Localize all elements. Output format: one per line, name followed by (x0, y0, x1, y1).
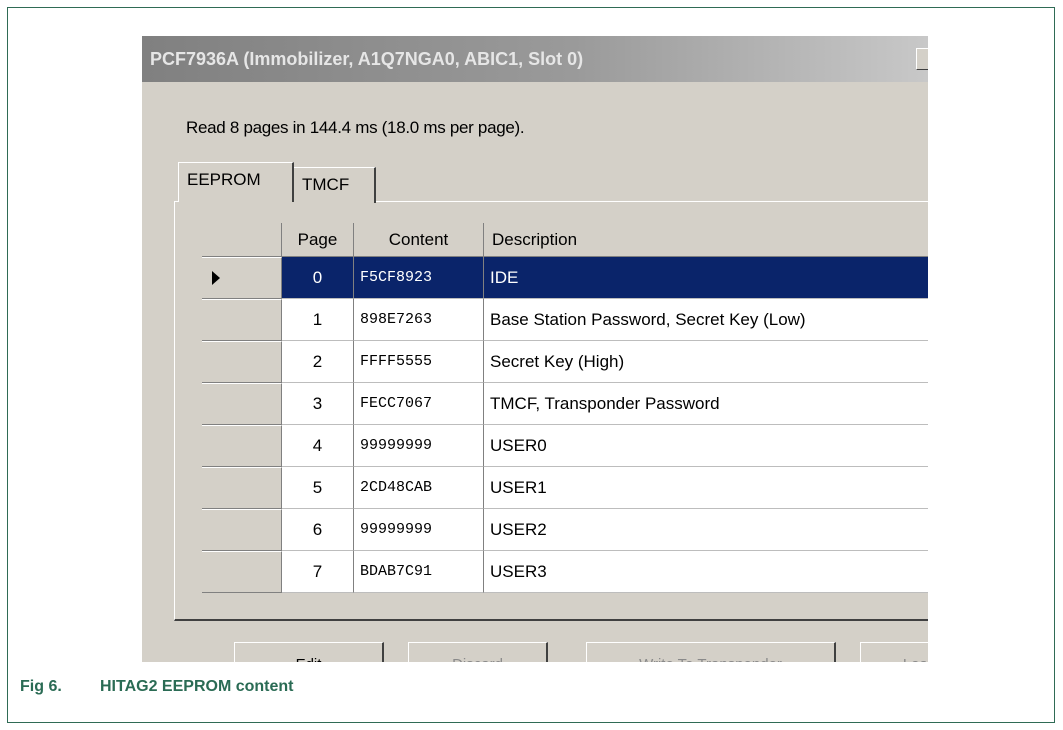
discard-button[interactable]: Discard (408, 642, 548, 662)
figure-caption: Fig 6. HITAG2 EEPROM content (20, 678, 294, 696)
tab-eeprom[interactable]: EEPROM (178, 162, 294, 202)
page-cell[interactable]: 6 (282, 509, 354, 551)
content-cell[interactable]: 99999999 (354, 509, 484, 551)
table-row[interactable]: 1 898E7263 Base Station Password, Secret… (202, 299, 928, 341)
write-to-transponder-button[interactable]: Write To Transponder (586, 642, 836, 662)
current-row-arrow-icon (212, 271, 220, 285)
column-header-page[interactable]: Page (282, 223, 354, 257)
table-row[interactable]: 4 99999999 USER0 (202, 425, 928, 467)
content-cell[interactable]: 99999999 (354, 425, 484, 467)
table-corner-header (202, 223, 282, 257)
column-header-content[interactable]: Content (354, 223, 484, 257)
tab-eeprom-label: EEPROM (187, 170, 261, 189)
description-cell[interactable]: USER0 (484, 425, 928, 467)
window-control-button[interactable] (916, 48, 928, 70)
content-cell[interactable]: FFFF5555 (354, 341, 484, 383)
row-header[interactable] (202, 257, 282, 299)
table-row[interactable]: 3 FECC7067 TMCF, Transponder Password (202, 383, 928, 425)
content-cell[interactable]: 2CD48CAB (354, 467, 484, 509)
description-cell[interactable]: Secret Key (High) (484, 341, 928, 383)
row-header[interactable] (202, 299, 282, 341)
row-header[interactable] (202, 383, 282, 425)
edit-button[interactable]: Edit (234, 642, 384, 662)
table-row[interactable]: 0 F5CF8923 IDE (202, 257, 928, 299)
row-header[interactable] (202, 509, 282, 551)
page-cell[interactable]: 5 (282, 467, 354, 509)
page-cell[interactable]: 1 (282, 299, 354, 341)
title-bar[interactable]: PCF7936A (Immobilizer, A1Q7NGA0, ABIC1, … (142, 36, 928, 82)
column-header-description[interactable]: Description (484, 223, 928, 257)
row-header[interactable] (202, 425, 282, 467)
table-row[interactable]: 6 99999999 USER2 (202, 509, 928, 551)
table-row[interactable]: 7 BDAB7C91 USER3 (202, 551, 928, 593)
tab-tmcf[interactable]: TMCF (294, 167, 376, 203)
page-cell[interactable]: 7 (282, 551, 354, 593)
description-cell[interactable]: USER1 (484, 467, 928, 509)
description-cell[interactable]: Base Station Password, Secret Key (Low) (484, 299, 928, 341)
content-cell[interactable]: F5CF8923 (354, 257, 484, 299)
description-cell[interactable]: TMCF, Transponder Password (484, 383, 928, 425)
application-window: PCF7936A (Immobilizer, A1Q7NGA0, ABIC1, … (142, 36, 928, 662)
load-button[interactable]: Load (860, 642, 928, 662)
figure-caption-text: HITAG2 EEPROM content (100, 678, 294, 695)
figure-number: Fig 6. (20, 678, 62, 695)
page-cell[interactable]: 4 (282, 425, 354, 467)
row-header[interactable] (202, 467, 282, 509)
row-header[interactable] (202, 551, 282, 593)
tab-tmcf-label: TMCF (302, 175, 350, 194)
eeprom-table: Page Content Description 0 F5CF8923 IDE … (202, 223, 928, 599)
row-header[interactable] (202, 341, 282, 383)
description-cell[interactable]: USER2 (484, 509, 928, 551)
content-cell[interactable]: FECC7067 (354, 383, 484, 425)
description-cell[interactable]: IDE (484, 257, 928, 299)
window-title: PCF7936A (Immobilizer, A1Q7NGA0, ABIC1, … (150, 49, 584, 69)
description-cell[interactable]: USER3 (484, 551, 928, 593)
page-cell[interactable]: 3 (282, 383, 354, 425)
content-cell[interactable]: BDAB7C91 (354, 551, 484, 593)
content-cell[interactable]: 898E7263 (354, 299, 484, 341)
read-status-text: Read 8 pages in 144.4 ms (18.0 ms per pa… (186, 118, 525, 137)
page-cell[interactable]: 2 (282, 341, 354, 383)
table-row[interactable]: 2 FFFF5555 Secret Key (High) (202, 341, 928, 383)
table-row[interactable]: 5 2CD48CAB USER1 (202, 467, 928, 509)
page-cell[interactable]: 0 (282, 257, 354, 299)
